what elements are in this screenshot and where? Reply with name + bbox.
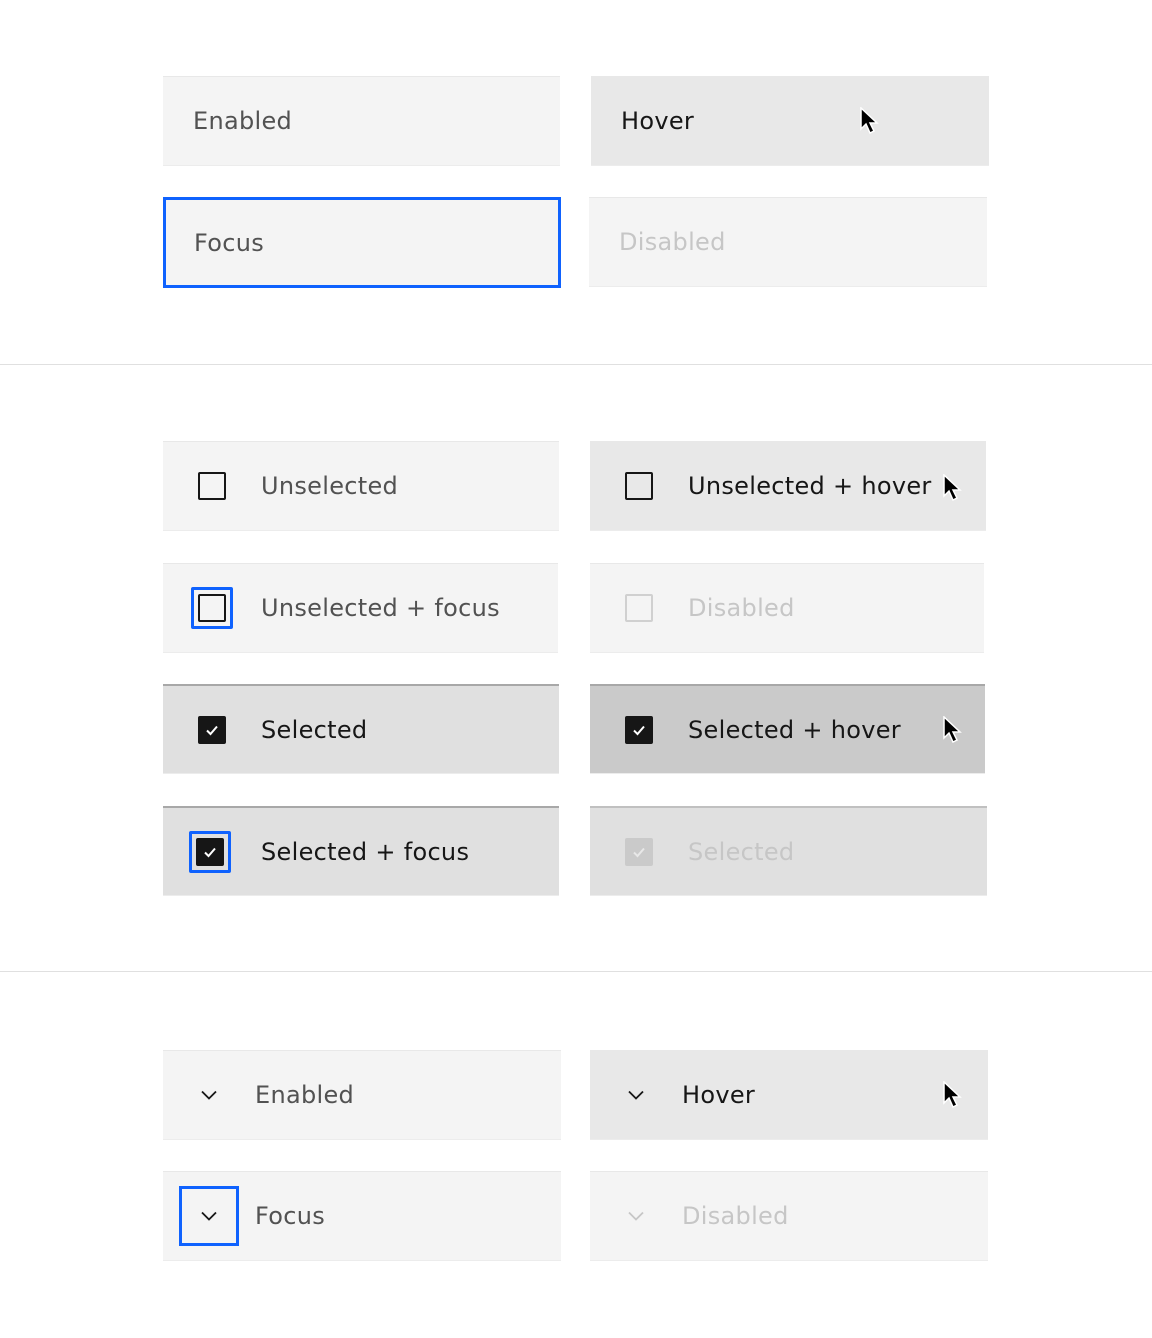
- tile-label: Focus: [255, 1202, 326, 1230]
- tile-expand-enabled[interactable]: Enabled: [163, 1050, 561, 1140]
- tile-expand-hover[interactable]: Hover: [590, 1050, 988, 1140]
- mouse-pointer-icon: [943, 474, 962, 502]
- tile-label: Selected: [688, 837, 795, 866]
- tile-expand-focus[interactable]: Focus: [163, 1171, 561, 1261]
- tile-label: Enabled: [255, 1081, 355, 1109]
- section-divider: [0, 364, 1152, 365]
- tile-label: Selected + focus: [261, 837, 470, 866]
- tile-label: Disabled: [682, 1202, 789, 1230]
- focus-ring: [189, 830, 231, 873]
- mouse-pointer-icon: [943, 1081, 962, 1109]
- checkbox-unchecked-icon[interactable]: [625, 472, 653, 500]
- tile-label: Focus: [194, 228, 265, 257]
- tile-label: Selected + hover: [688, 715, 901, 744]
- tile-selected-focus[interactable]: Selected + focus: [163, 806, 559, 896]
- checkbox-unchecked-icon[interactable]: [198, 472, 226, 500]
- checkbox-unchecked-icon[interactable]: [198, 594, 226, 622]
- checkbox-checked-icon[interactable]: [196, 837, 224, 866]
- checkbox-checked-icon[interactable]: [198, 715, 226, 744]
- tile-label: Unselected: [261, 472, 399, 500]
- tile-label: Enabled: [193, 107, 293, 135]
- tile-unselected-focus[interactable]: Unselected + focus: [163, 563, 558, 653]
- tile-selected-hover[interactable]: Selected + hover: [590, 684, 985, 774]
- tile-label: Hover: [621, 107, 695, 135]
- focus-ring: [179, 1186, 239, 1246]
- tile-label: Selected: [261, 715, 368, 744]
- checkbox-checked-icon: [625, 837, 653, 866]
- tile-enabled[interactable]: Enabled: [163, 76, 560, 166]
- mouse-pointer-icon: [860, 107, 879, 135]
- tile-selected-disabled: Selected: [590, 806, 987, 896]
- tile-label: Disabled: [688, 594, 795, 622]
- checkbox-unchecked-icon: [625, 594, 653, 622]
- mouse-pointer-icon: [943, 716, 962, 744]
- tile-expand-disabled: Disabled: [590, 1171, 988, 1261]
- chevron-down-icon[interactable]: [197, 1204, 221, 1228]
- tile-label: Hover: [682, 1081, 756, 1109]
- focus-ring: [191, 587, 233, 629]
- tile-label: Unselected + hover: [688, 472, 932, 500]
- checkbox-checked-icon[interactable]: [625, 715, 653, 744]
- tile-unselected-disabled: Disabled: [590, 563, 984, 653]
- chevron-down-icon: [628, 1211, 644, 1221]
- tile-unselected[interactable]: Unselected: [163, 441, 559, 531]
- tile-unselected-hover[interactable]: Unselected + hover: [590, 441, 986, 531]
- chevron-down-icon[interactable]: [624, 1083, 648, 1107]
- section-divider: [0, 971, 1152, 972]
- tile-hover[interactable]: Hover: [591, 76, 989, 166]
- tile-label: Unselected + focus: [261, 594, 500, 622]
- tile-disabled: Disabled: [589, 197, 987, 287]
- tile-label: Disabled: [619, 228, 726, 256]
- tile-selected[interactable]: Selected: [163, 684, 559, 774]
- tile-focus[interactable]: Focus: [163, 197, 561, 288]
- chevron-down-icon[interactable]: [197, 1083, 221, 1107]
